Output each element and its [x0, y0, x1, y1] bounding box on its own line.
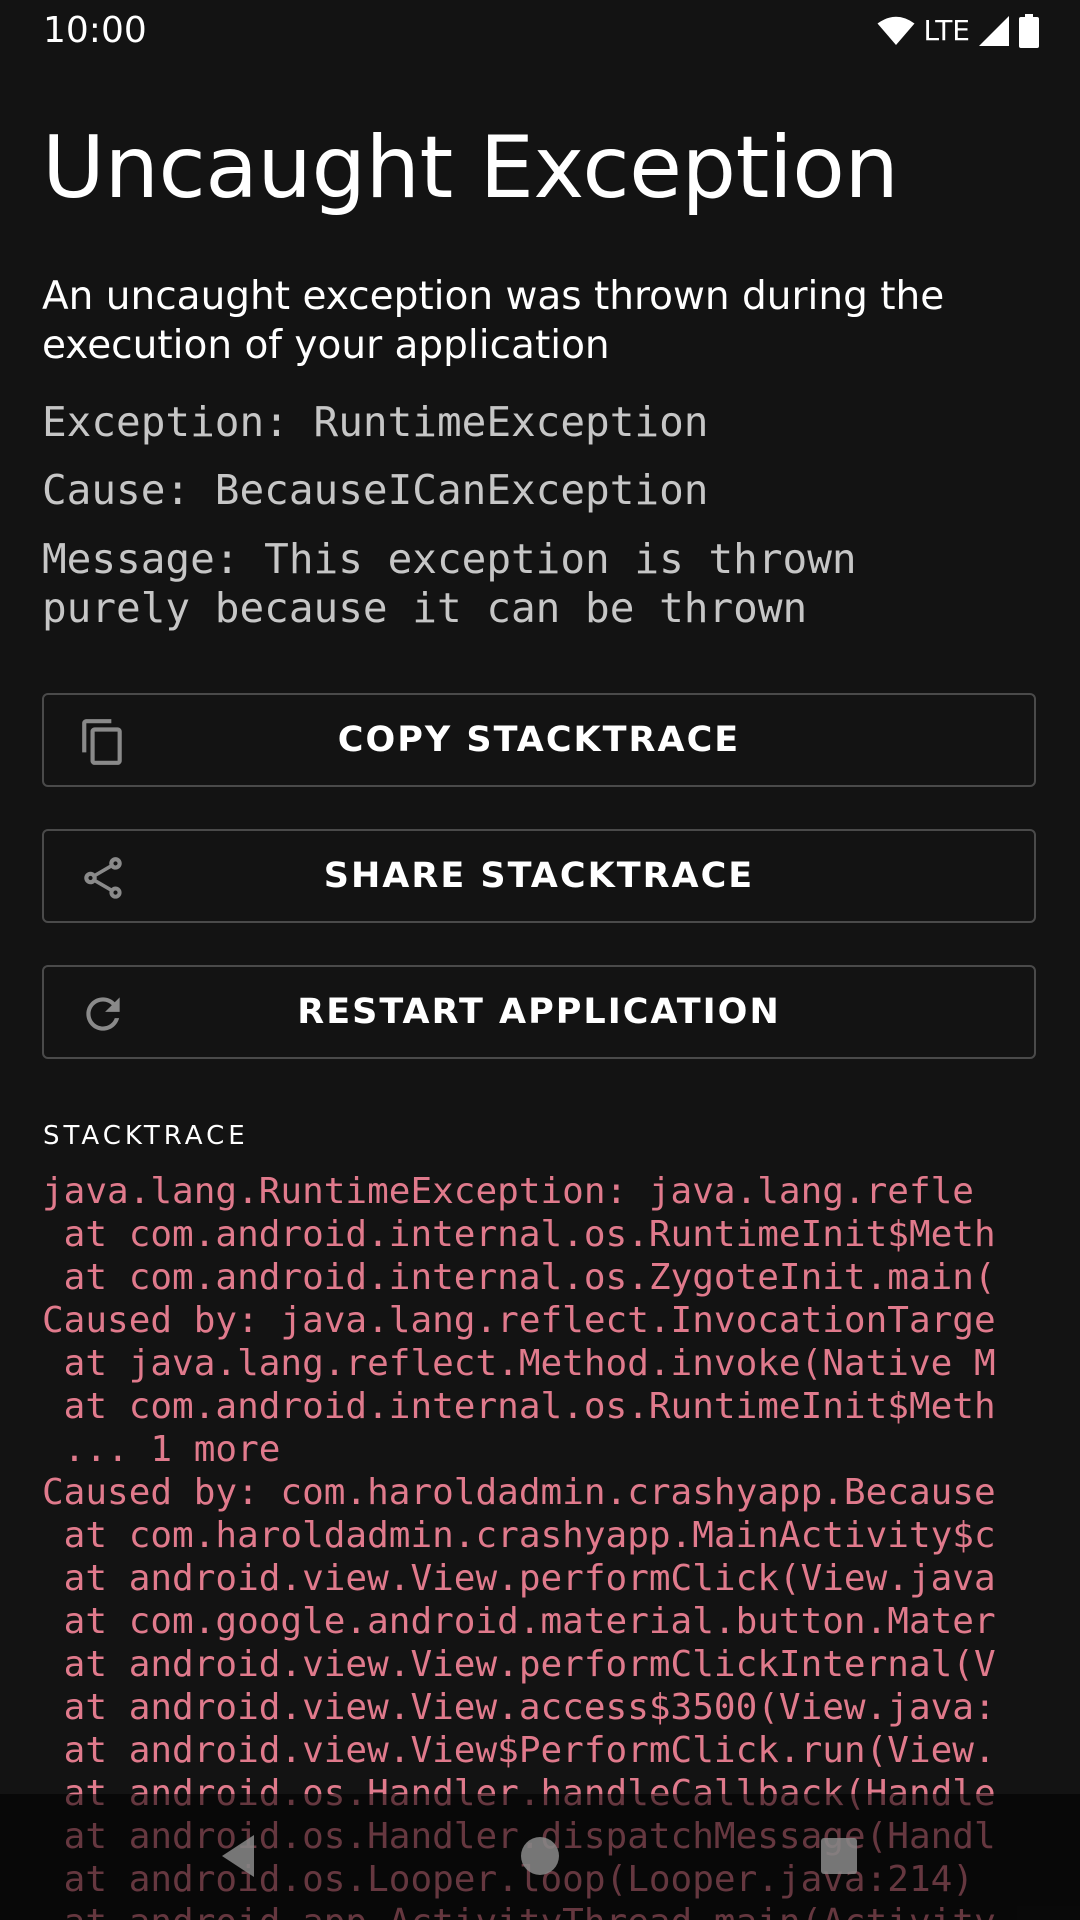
- stacktrace-line: java.lang.RuntimeException: java.lang.re…: [42, 1171, 974, 1212]
- stacktrace-line: at android.view.View.access$3500(View.ja…: [42, 1687, 996, 1728]
- share-stacktrace-button[interactable]: SHARE STACKTRACE: [42, 829, 1036, 923]
- stacktrace-line: Caused by: com.haroldadmin.crashyapp.Bec…: [42, 1472, 996, 1513]
- stacktrace-line: at com.android.internal.os.ZygoteInit.ma…: [42, 1257, 996, 1298]
- back-icon[interactable]: [214, 1831, 264, 1881]
- status-time: 10:00: [43, 10, 147, 51]
- exception-cause: Cause: BecauseICanException: [42, 466, 709, 514]
- home-icon[interactable]: [515, 1831, 565, 1881]
- stacktrace-line: at com.google.android.material.button.Ma…: [42, 1601, 996, 1642]
- exception-type: Exception: RuntimeException: [42, 398, 709, 446]
- description-text: An uncaught exception was thrown during …: [42, 274, 945, 368]
- exception-message-line-2: purely because it can be thrown: [42, 584, 808, 632]
- wifi-icon: [877, 16, 915, 45]
- status-icons: LTE: [877, 14, 1040, 48]
- battery-icon: [1019, 14, 1039, 48]
- signal-icon: [979, 16, 1009, 46]
- network-type: LTE: [923, 14, 970, 47]
- share-stacktrace-label: SHARE STACKTRACE: [323, 856, 755, 896]
- stacktrace-line: at com.android.internal.os.RuntimeInit$M…: [42, 1386, 996, 1427]
- stacktrace-line: at java.lang.reflect.Method.invoke(Nativ…: [42, 1343, 996, 1384]
- stacktrace-line: at android.view.View.performClickInterna…: [42, 1644, 996, 1685]
- stacktrace-line: at com.haroldadmin.crashyapp.MainActivit…: [42, 1515, 996, 1556]
- exception-message-line-1: Message: This exception is thrown: [42, 535, 857, 583]
- copy-stacktrace-label: COPY STACKTRACE: [337, 720, 741, 760]
- stacktrace-line: at android.view.View$PerformClick.run(Vi…: [42, 1730, 996, 1771]
- stacktrace-line: ... 1 more: [42, 1429, 281, 1470]
- navigation-bar: [0, 1794, 1080, 1920]
- restart-application-button[interactable]: RESTART APPLICATION: [42, 965, 1036, 1059]
- copy-stacktrace-button[interactable]: COPY STACKTRACE: [42, 693, 1036, 787]
- page-title: Uncaught Exception: [42, 118, 899, 218]
- status-bar: 10:00 LTE: [0, 0, 1080, 63]
- restart-application-label: RESTART APPLICATION: [297, 992, 781, 1032]
- stacktrace-heading: STACKTRACE: [43, 1121, 249, 1151]
- stacktrace-line: Caused by: java.lang.reflect.InvocationT…: [42, 1300, 996, 1341]
- recents-icon[interactable]: [814, 1831, 864, 1881]
- stacktrace-line: at android.view.View.performClick(View.j…: [42, 1558, 996, 1599]
- stacktrace-line: at com.android.internal.os.RuntimeInit$M…: [42, 1214, 996, 1255]
